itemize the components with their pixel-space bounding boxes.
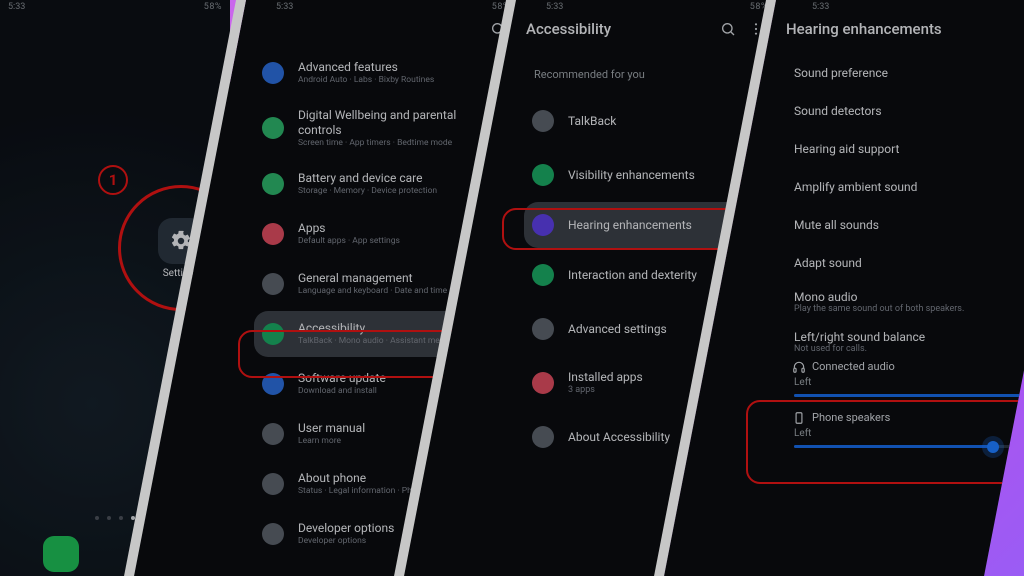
settings-item-sub: Android Auto · Labs · Bixby Routines — [298, 75, 500, 86]
hearing-header: Hearing enhancements — [776, 16, 1024, 42]
settings-item-title: Digital Wellbeing and parental controls — [298, 108, 500, 138]
settings-item-sub: Screen time · App timers · Bedtime mode — [298, 138, 500, 149]
settings-item-icon — [262, 473, 284, 495]
accessibility-item-title: Visibility enhancements — [568, 168, 758, 183]
hearing-item-mute-all-sounds[interactable]: Mute all sounds — [784, 206, 1024, 244]
hearing-item-sound-detectors[interactable]: Sound detectors — [784, 92, 1024, 130]
dock-app-phone[interactable] — [43, 536, 79, 572]
headphones-icon — [792, 360, 806, 374]
accessibility-item-icon — [532, 372, 554, 394]
page-indicator — [95, 516, 135, 520]
slider-track[interactable] — [794, 445, 1024, 448]
hearing-item-sound-preference[interactable]: Sound preference — [784, 54, 1024, 92]
accessibility-item-icon — [532, 318, 554, 340]
connected-audio-slider[interactable]: Left — [784, 375, 1024, 405]
connected-audio-label: Connected audio — [784, 354, 1024, 375]
accessibility-item-icon — [532, 214, 554, 236]
slider-thumb[interactable] — [987, 441, 999, 453]
accessibility-item-title: TalkBack — [568, 114, 758, 129]
page-title: Accessibility — [526, 20, 611, 38]
settings-item-icon — [262, 117, 284, 139]
hearing-item-hearing-aid-support[interactable]: Hearing aid support — [784, 130, 1024, 168]
settings-item-icon — [262, 62, 284, 84]
accessibility-header: Accessibility — [516, 16, 776, 42]
settings-item-icon — [262, 173, 284, 195]
page-title: Hearing enhancements — [786, 20, 942, 38]
settings-item-title: Advanced features — [298, 60, 500, 75]
settings-item-icon — [262, 523, 284, 545]
accessibility-item-icon — [532, 426, 554, 448]
hearing-item-adapt-sound[interactable]: Adapt sound — [784, 244, 1024, 282]
step-badge-1: 1 — [98, 165, 128, 195]
settings-item-digital-wellbeing-and-parental-controls[interactable]: Digital Wellbeing and parental controlsS… — [254, 100, 510, 157]
status-bar: 5:33 58% — [0, 0, 230, 18]
slider-track[interactable] — [794, 394, 1024, 397]
balance-heading: Left/right sound balanceNot used for cal… — [784, 322, 1024, 354]
search-icon[interactable] — [718, 19, 738, 39]
settings-header — [246, 16, 518, 42]
phone-speaker-icon — [792, 411, 806, 425]
settings-item-icon — [262, 223, 284, 245]
recommended-label: Recommended for you — [524, 56, 768, 94]
status-time: 5:33 — [8, 2, 25, 18]
status-right: 58% — [204, 2, 222, 18]
accessibility-item-icon — [532, 164, 554, 186]
hearing-item-mono-audio[interactable]: Mono audioPlay the same sound out of bot… — [784, 282, 1024, 322]
settings-item-icon — [262, 323, 284, 345]
settings-item-advanced-features[interactable]: Advanced featuresAndroid Auto · Labs · B… — [254, 50, 510, 96]
hearing-item-amplify-ambient-sound[interactable]: Amplify ambient sound — [784, 168, 1024, 206]
settings-item-icon — [262, 423, 284, 445]
phone-speakers-slider[interactable]: Left — [784, 426, 1024, 456]
settings-item-icon — [262, 373, 284, 395]
phone-speakers-label: Phone speakers — [784, 405, 1024, 426]
accessibility-item-talkback[interactable]: TalkBack — [524, 98, 768, 144]
accessibility-item-icon — [532, 264, 554, 286]
settings-item-icon — [262, 273, 284, 295]
accessibility-item-icon — [532, 110, 554, 132]
